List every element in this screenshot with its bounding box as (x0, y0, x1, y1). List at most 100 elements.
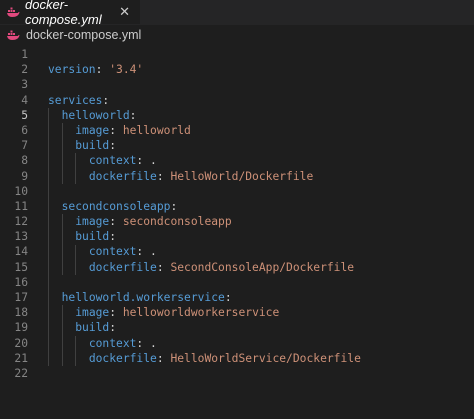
code-line[interactable]: 3 (0, 77, 474, 92)
code-line[interactable]: 7 build: (0, 138, 474, 153)
code-line[interactable]: 10 (0, 184, 474, 199)
tab-label: docker-compose.yml (25, 0, 102, 27)
code-line[interactable]: 21 dockerfile: HelloWorldService/Dockerf… (0, 351, 474, 366)
docker-whale-icon (6, 28, 20, 42)
code-line[interactable]: 15 dockerfile: SecondConsoleApp/Dockerfi… (0, 260, 474, 275)
yaml-colon: : (156, 260, 171, 274)
yaml-key: build (75, 321, 110, 335)
line-number: 22 (14, 366, 28, 380)
yaml-key: services (48, 93, 103, 107)
yaml-colon: : (102, 93, 110, 107)
indent-guide (61, 305, 63, 367)
code-line[interactable]: 19 build: (0, 320, 474, 335)
line-number: 13 (14, 230, 28, 244)
line-number: 2 (21, 63, 28, 77)
code-text: context: . (48, 153, 157, 168)
yaml-colon: : (129, 108, 137, 122)
line-number: 18 (14, 306, 28, 320)
line-number: 20 (14, 336, 28, 350)
yaml-value: helloworld (122, 123, 191, 137)
code-line[interactable]: 1 (0, 47, 474, 62)
yaml-colon: : (136, 336, 151, 350)
line-number: 3 (21, 78, 28, 92)
code-line[interactable]: 13 build: (0, 229, 474, 244)
code-line[interactable]: 18 image: helloworldworkerservice (0, 305, 474, 320)
close-icon[interactable]: ✕ (119, 4, 130, 20)
code-text: helloworld.workerservice: (48, 290, 232, 305)
yaml-colon: : (156, 351, 171, 365)
code-line[interactable]: 20 context: . (0, 336, 474, 351)
yaml-colon: : (109, 321, 117, 335)
code-line[interactable]: 14 context: . (0, 244, 474, 259)
code-text: image: helloworld (48, 123, 191, 138)
code-line[interactable]: 5 helloworld: (0, 108, 474, 123)
yaml-value: '3.4' (109, 63, 144, 77)
yaml-value: HelloWorld/Dockerfile (170, 169, 314, 183)
code-text: context: . (48, 336, 157, 351)
line-number: 7 (21, 139, 28, 153)
indent-guide (61, 214, 63, 275)
code-line[interactable]: 22 (0, 366, 474, 381)
line-number: 12 (14, 215, 28, 229)
line-number: 1 (21, 48, 28, 61)
yaml-colon: : (136, 245, 151, 259)
yaml-key: helloworld (61, 108, 130, 122)
yaml-value: . (150, 245, 157, 259)
yaml-value: . (150, 154, 157, 168)
yaml-key: context (88, 336, 137, 350)
line-number: 11 (14, 199, 28, 213)
yaml-key: context (88, 245, 137, 259)
line-number: 21 (14, 351, 28, 365)
code-text: dockerfile: HelloWorldService/Dockerfile (48, 351, 361, 366)
yaml-key: helloworld.workerservice (61, 291, 225, 304)
code-text: helloworld: (48, 108, 137, 123)
line-number: 17 (14, 291, 28, 304)
yaml-colon: : (136, 154, 151, 168)
line-number: 4 (21, 93, 28, 107)
code-text: dockerfile: HelloWorld/Dockerfile (48, 169, 313, 184)
yaml-colon: : (109, 230, 117, 244)
breadcrumb[interactable]: docker-compose.yml (0, 25, 474, 45)
line-number: 5 (21, 108, 28, 122)
yaml-value: secondconsoleapp (122, 215, 232, 229)
yaml-key: build (75, 230, 110, 244)
code-line[interactable]: 12 image: secondconsoleapp (0, 214, 474, 229)
yaml-key: version (48, 63, 96, 77)
indent-guide (48, 107, 49, 367)
line-number: 9 (21, 169, 28, 183)
code-text: services: (48, 93, 109, 108)
code-line[interactable]: 2 version: '3.4' (0, 62, 474, 77)
yaml-value: HelloWorldService/Dockerfile (170, 351, 361, 365)
indent-guide (61, 123, 63, 184)
line-number: 10 (14, 184, 28, 198)
code-line[interactable]: 8 context: . (0, 153, 474, 168)
docker-whale-icon (6, 5, 20, 19)
code-text: secondconsoleapp: (48, 199, 178, 214)
code-line[interactable]: 11 secondconsoleapp: (0, 199, 474, 214)
code-line[interactable]: 4 services: (0, 93, 474, 108)
code-editor[interactable]: 1 2 version: '3.4' 3 4 services: 5 helloworld:… (0, 45, 474, 381)
line-number: 8 (21, 154, 28, 168)
code-line[interactable]: 16 (0, 275, 474, 290)
code-text: image: secondconsoleapp (48, 214, 232, 229)
code-text: build: (48, 138, 116, 153)
code-line[interactable]: 9 dockerfile: HelloWorld/Dockerfile (0, 169, 474, 184)
code-text: context: . (48, 244, 157, 259)
tab-bar: docker-compose.yml ✕ (0, 0, 474, 27)
tab-docker-compose[interactable]: docker-compose.yml ✕ (0, 0, 140, 27)
yaml-key: dockerfile (88, 169, 157, 183)
yaml-value: . (150, 336, 157, 350)
yaml-colon: : (109, 123, 123, 137)
code-line[interactable]: 17 helloworld.workerservice: (0, 290, 474, 305)
indent-guide (75, 335, 77, 367)
code-line[interactable]: 6 image: helloworld (0, 123, 474, 138)
yaml-key: image (75, 306, 110, 320)
yaml-key: context (88, 154, 137, 168)
